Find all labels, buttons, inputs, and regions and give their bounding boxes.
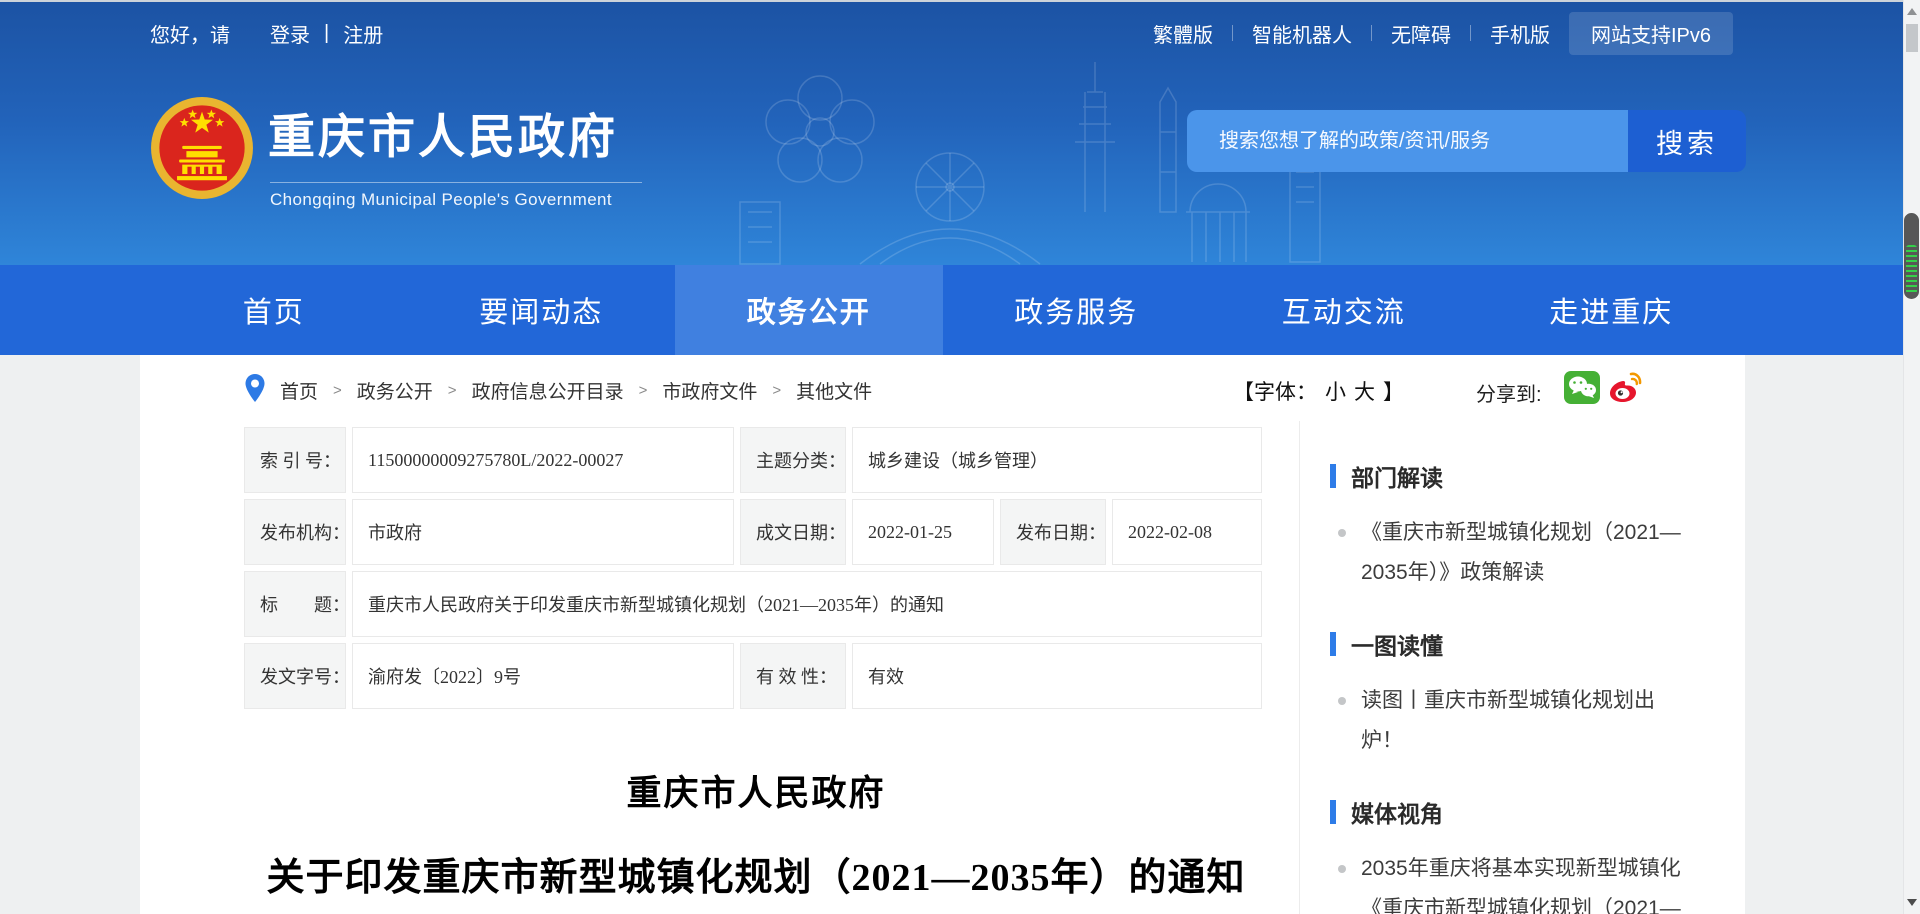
accessibility-link[interactable]: 无障碍 [1391,19,1451,48]
site-header: 您好，请 登录 | 注册 繁體版 智能机器人 无障碍 手机版 网站支持IPv6 [0,2,1903,265]
breadcrumb-home[interactable]: 首页 [280,377,318,404]
document-body-row: 索 引 号： 11500000009275780L/2022-00027 主题分… [140,421,1745,914]
login-register-divider: | [324,22,329,45]
document-org-line: 重庆市人民政府 [244,765,1268,816]
validity-value: 有效 [852,643,1262,709]
topbar-user-area: 您好，请 登录 | 注册 [150,19,383,48]
breadcrumb-row: 首页 > 政务公开 > 政府信息公开目录 > 市政府文件 > 其他文件 【字体：… [140,355,1745,421]
doc-title-label: 标 题： [244,571,346,637]
written-date-label: 成文日期： [740,499,846,565]
sidebar-section-media-view: 媒体视角 [1330,795,1715,829]
publish-date-value: 2022-02-08 [1112,499,1262,565]
nav-item-home[interactable]: 首页 [140,265,408,355]
browser-viewport: 您好，请 登录 | 注册 繁體版 智能机器人 无障碍 手机版 网站支持IPv6 [0,0,1920,914]
meta-row-issuer: 发布机构： 市政府 成文日期： 2022-01-25 发布日期： 2022-02… [244,499,1262,565]
scroll-progress-widget[interactable] [1904,213,1919,299]
browser-scrollbar[interactable] [1903,0,1920,914]
breadcrumb-separator: > [639,382,648,399]
index-number-label: 索 引 号： [244,427,346,493]
register-link[interactable]: 注册 [343,19,383,48]
font-size-widget: 【字体： 小 大 】 [1233,376,1404,406]
breadcrumb-info-catalog[interactable]: 政府信息公开目录 [472,377,624,404]
search-input[interactable] [1187,110,1628,172]
breadcrumb-city-gov-docs[interactable]: 市政府文件 [662,377,757,404]
main-navigation: 首页 要闻动态 政务公开 政务服务 互动交流 走进重庆 [0,265,1903,355]
meta-row-title: 标 题： 重庆市人民政府关于印发重庆市新型城镇化规划（2021—2035年）的通… [244,571,1262,637]
scrollbar-thumb[interactable] [1906,24,1918,52]
topic-category-value: 城乡建设（城乡管理） [852,427,1262,493]
related-sidebar: 部门解读 《重庆市新型城镇化规划（2021—2035年）》政策解读 一图读懂 读… [1300,421,1745,914]
greeting-text: 您好，请 [150,19,230,48]
nav-item-about-chongqing[interactable]: 走进重庆 [1478,265,1746,355]
section-accent-bar [1330,464,1336,488]
content-area: 首页 > 政务公开 > 政府信息公开目录 > 市政府文件 > 其他文件 【字体：… [0,355,1903,914]
font-smaller-button[interactable]: 小 [1325,376,1346,406]
title-divider-line [270,182,642,183]
scrollbar-up-arrow-icon[interactable] [1907,8,1917,15]
doc-number-label: 发文字号： [244,643,346,709]
topic-category-label: 主题分类： [740,427,846,493]
issuing-agency-label: 发布机构： [244,499,346,565]
sidebar-item-infographic[interactable]: 读图丨重庆市新型城镇化规划出炉！ [1336,681,1688,761]
font-widget-suffix: 】 [1383,376,1404,406]
robot-assistant-link[interactable]: 智能机器人 [1252,19,1352,48]
wechat-icon[interactable] [1564,371,1600,404]
font-larger-button[interactable]: 大 [1354,376,1375,406]
ipv6-badge[interactable]: 网站支持IPv6 [1569,12,1733,55]
traditional-chinese-link[interactable]: 繁體版 [1153,19,1213,48]
breadcrumb-separator: > [772,382,781,399]
sidebar-item-policy-interpretation[interactable]: 《重庆市新型城镇化规划（2021—2035年）》政策解读 [1336,513,1688,593]
weibo-icon[interactable] [1607,371,1643,404]
search-button[interactable]: 搜索 [1628,110,1746,172]
location-pin-icon [244,373,266,403]
index-number-value: 11500000009275780L/2022-00027 [352,427,734,493]
nav-items: 首页 要闻动态 政务公开 政务服务 互动交流 走进重庆 [140,265,1745,355]
topbar: 您好，请 登录 | 注册 繁體版 智能机器人 无障碍 手机版 网站支持IPv6 [0,2,1903,64]
mobile-version-link[interactable]: 手机版 [1490,19,1550,48]
font-widget-prefix: 【字体： [1233,376,1317,406]
topbar-separator [1371,25,1372,41]
section-title: 部门解读 [1351,459,1443,493]
sidebar-section-infographic: 一图读懂 [1330,627,1715,661]
site-subtitle: Chongqing Municipal People's Government [270,190,612,210]
scrollbar-down-arrow-icon[interactable] [1907,899,1917,906]
document-heading-block: 重庆市人民政府 关于印发重庆市新型城镇化规划（2021—2035年）的通知 渝府… [244,765,1268,914]
sidebar-section-dept-interpretation: 部门解读 [1330,459,1715,493]
topbar-links: 繁體版 智能机器人 无障碍 手机版 网站支持IPv6 [1153,12,1733,55]
share-label: 分享到: [1476,378,1542,407]
document-title-line: 关于印发重庆市新型城镇化规划（2021—2035年）的通知 [244,846,1268,901]
section-title: 媒体视角 [1351,795,1443,829]
meta-row-docno: 发文字号： 渝府发〔2022〕9号 有 效 性： 有效 [244,643,1262,709]
doc-number-value: 渝府发〔2022〕9号 [352,643,734,709]
meta-row-index: 索 引 号： 11500000009275780L/2022-00027 主题分… [244,427,1262,493]
breadcrumb-other-docs[interactable]: 其他文件 [796,377,872,404]
site-title: 重庆市人民政府 [268,98,618,167]
login-link[interactable]: 登录 [270,19,310,48]
breadcrumb-separator: > [448,382,457,399]
document-main-column: 索 引 号： 11500000009275780L/2022-00027 主题分… [140,421,1300,914]
publish-date-label: 发布日期： [1000,499,1106,565]
validity-label: 有 效 性： [740,643,846,709]
breadcrumb-gov-disclosure[interactable]: 政务公开 [357,377,433,404]
nav-item-gov-services[interactable]: 政务服务 [943,265,1211,355]
content-card: 首页 > 政务公开 > 政府信息公开目录 > 市政府文件 > 其他文件 【字体：… [140,355,1745,914]
section-accent-bar [1330,632,1336,656]
written-date-value: 2022-01-25 [852,499,994,565]
breadcrumb: 首页 > 政务公开 > 政府信息公开目录 > 市政府文件 > 其他文件 [280,377,872,404]
document-meta-table: 索 引 号： 11500000009275780L/2022-00027 主题分… [244,421,1299,715]
section-title: 一图读懂 [1351,627,1443,661]
topbar-separator [1232,25,1233,41]
section-accent-bar [1330,800,1336,824]
doc-title-value: 重庆市人民政府关于印发重庆市新型城镇化规划（2021—2035年）的通知 [352,571,1262,637]
issuing-agency-value: 市政府 [352,499,734,565]
topbar-separator [1470,25,1471,41]
nav-item-gov-disclosure[interactable]: 政务公开 [675,265,943,355]
national-emblem-logo [150,96,254,200]
sidebar-item-media-article[interactable]: 2035年重庆将基本实现新型城镇化 《重庆市新型城镇化规划（2021—2035年… [1336,849,1688,914]
nav-item-interaction[interactable]: 互动交流 [1210,265,1478,355]
nav-item-news[interactable]: 要闻动态 [408,265,676,355]
breadcrumb-separator: > [333,382,342,399]
